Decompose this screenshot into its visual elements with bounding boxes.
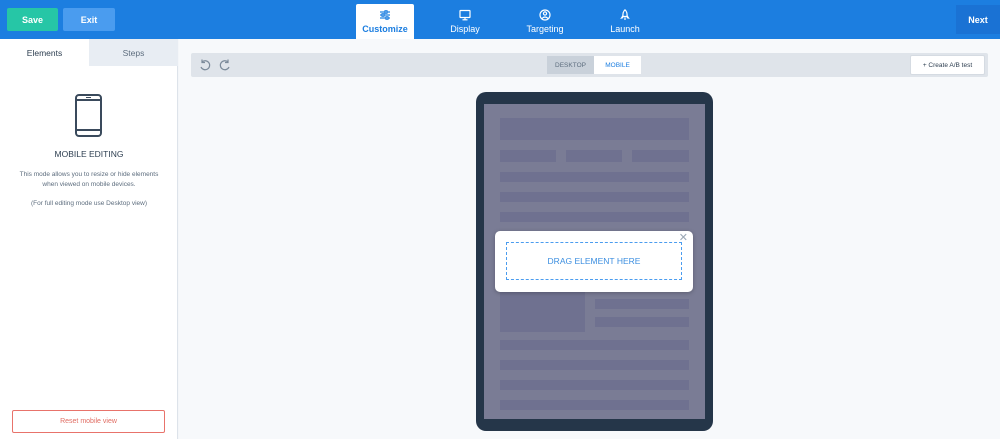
- mobile-editing-description: This mode allows you to resize or hide e…: [19, 171, 159, 188]
- left-panel: Elements Steps MOBILE EDITING This mode …: [0, 39, 178, 439]
- mobile-editing-note: (For full editing mode use Desktop view): [31, 200, 147, 207]
- placeholder-block: [500, 212, 689, 222]
- rocket-icon: [620, 9, 630, 20]
- placeholder-block: [500, 400, 689, 410]
- panel-tabs: Elements Steps: [0, 39, 178, 66]
- desktop-view-button[interactable]: DESKTOP: [547, 56, 594, 74]
- create-ab-test-button[interactable]: + Create A/B test: [910, 55, 985, 75]
- reset-mobile-view-button[interactable]: Reset mobile view: [12, 410, 165, 433]
- tab-customize[interactable]: Customize: [356, 4, 414, 39]
- placeholder-block: [595, 317, 689, 327]
- tab-label: Targeting: [526, 24, 564, 34]
- placeholder-block: [500, 380, 689, 390]
- tab-display[interactable]: Display: [436, 4, 494, 39]
- sliders-icon: [380, 10, 390, 20]
- canvas-toolbar: DESKTOP MOBILE + Create A/B test: [191, 53, 988, 77]
- mobile-editing-title: MOBILE EDITING: [54, 149, 124, 159]
- placeholder-block: [500, 118, 689, 140]
- tab-label: Display: [450, 24, 480, 34]
- drag-element-dropzone[interactable]: DRAG ELEMENT HERE: [506, 242, 682, 280]
- redo-icon[interactable]: [218, 58, 232, 72]
- target-icon: [539, 9, 551, 21]
- placeholder-block: [500, 172, 689, 182]
- tab-label: Customize: [362, 24, 408, 34]
- tab-launch[interactable]: Launch: [596, 4, 654, 39]
- save-button[interactable]: Save: [7, 8, 58, 31]
- mobile-phone-icon: [75, 94, 102, 137]
- close-icon[interactable]: ✕: [679, 233, 688, 244]
- tab-steps[interactable]: Steps: [89, 39, 178, 66]
- mobile-view-button[interactable]: MOBILE: [594, 56, 641, 74]
- tab-elements[interactable]: Elements: [0, 39, 89, 66]
- popup-element[interactable]: DRAG ELEMENT HERE ✕: [495, 231, 693, 292]
- next-button[interactable]: Next: [956, 5, 1000, 34]
- placeholder-block: [566, 150, 622, 162]
- monitor-icon: [459, 9, 471, 21]
- tab-label: Launch: [610, 24, 640, 34]
- placeholder-block: [500, 360, 689, 370]
- editor-canvas: DESKTOP MOBILE + Create A/B test DRAG EL…: [179, 39, 1000, 439]
- placeholder-block: [632, 150, 689, 162]
- undo-icon[interactable]: [198, 58, 212, 72]
- view-toggle: DESKTOP MOBILE: [547, 56, 641, 74]
- tab-targeting[interactable]: Targeting: [516, 4, 574, 39]
- placeholder-block: [595, 299, 689, 309]
- exit-button[interactable]: Exit: [63, 8, 115, 31]
- placeholder-block: [500, 150, 556, 162]
- top-bar: Save Exit Customize Display Targeting La…: [0, 0, 1000, 39]
- placeholder-block: [500, 192, 689, 202]
- placeholder-block: [500, 340, 689, 350]
